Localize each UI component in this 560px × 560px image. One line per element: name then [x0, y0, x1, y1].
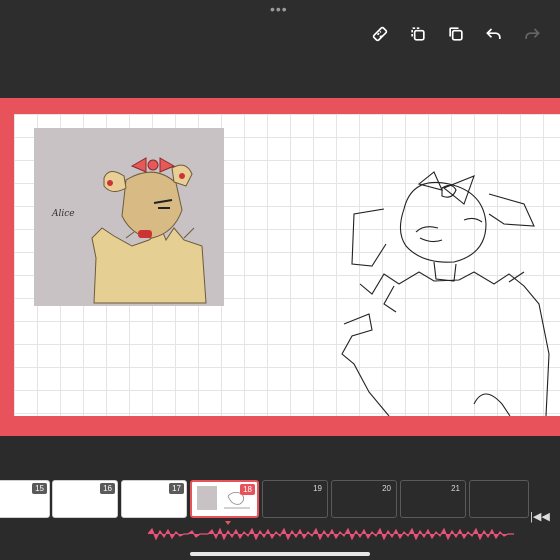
frame-number: 17	[169, 483, 184, 494]
canvas-frame: Alice	[0, 98, 560, 436]
frame-thumbnail[interactable]: 17	[121, 480, 187, 518]
copy-frame-icon[interactable]	[406, 22, 430, 46]
frame-thumbnail-active[interactable]: 18	[190, 480, 259, 518]
frame-number: 21	[451, 484, 460, 493]
line-sketch	[341, 171, 550, 416]
window-grip[interactable]: •••	[270, 2, 288, 16]
timeline: 15 16 17 18 19 20 21 |◀◀	[0, 436, 560, 560]
frame-number: 15	[32, 483, 47, 494]
top-toolbar: •••	[0, 0, 560, 98]
frame-preview	[197, 486, 217, 510]
rewind-button[interactable]: |◀◀	[530, 510, 550, 523]
frame-number: 19	[313, 484, 322, 493]
undo-icon[interactable]	[482, 22, 506, 46]
reference-signature: Alice	[51, 209, 75, 219]
audio-waveform[interactable]	[148, 526, 514, 542]
frame-thumbnail[interactable]	[469, 480, 529, 518]
redo-icon[interactable]	[520, 22, 544, 46]
frame-thumbnail[interactable]: 16	[52, 480, 118, 518]
frame-thumbnail[interactable]: 19	[262, 480, 328, 518]
frame-thumbnail[interactable]: 20	[331, 480, 397, 518]
home-indicator[interactable]	[190, 552, 370, 556]
ruler-icon[interactable]	[368, 22, 392, 46]
playhead-marker[interactable]	[225, 521, 231, 525]
frame-number: 18	[240, 484, 255, 495]
frame-number: 20	[382, 484, 391, 493]
frame-thumbnail[interactable]: 21	[400, 480, 466, 518]
frame-number: 16	[100, 483, 115, 494]
frame-thumbnail[interactable]: 15	[0, 480, 50, 518]
reference-image: Alice	[34, 128, 224, 306]
drawing-canvas[interactable]: Alice	[14, 114, 560, 416]
duplicate-icon[interactable]	[444, 22, 468, 46]
